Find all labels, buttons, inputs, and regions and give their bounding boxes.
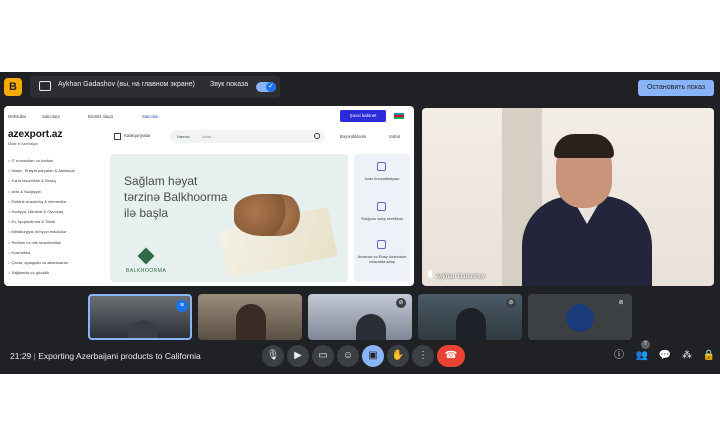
mic-off-icon: ⊘ bbox=[506, 298, 516, 308]
nav-link-products[interactable]: Məhsullar bbox=[8, 114, 26, 119]
stop-presenting-button[interactable]: Остановить показ bbox=[638, 80, 714, 96]
marketplace-icon bbox=[377, 240, 386, 249]
category-item[interactable]: Çanta, ayaqqabı və aksesuarlar bbox=[8, 260, 68, 265]
speaker-name: Aykhan Gadashov bbox=[436, 274, 485, 280]
mic-off-icon: ⊘ bbox=[618, 300, 624, 306]
category-item[interactable]: Kənd təsərrüfatı & Ərzaq bbox=[8, 178, 56, 183]
more-icon: ⋮ bbox=[418, 350, 428, 361]
participant-tile[interactable] bbox=[198, 294, 302, 340]
category-item[interactable]: Metallurgiya, kimyəvi maddələr bbox=[8, 229, 67, 234]
nav-link-sellers[interactable]: Satıcılara bbox=[42, 114, 60, 119]
captions-button[interactable]: ▭ bbox=[312, 345, 334, 367]
participant-figure bbox=[128, 320, 158, 338]
azerbaijan-flag-icon[interactable] bbox=[394, 113, 404, 119]
captions-icon: ▭ bbox=[318, 350, 328, 361]
present-button[interactable]: ▣ bbox=[362, 345, 384, 367]
categories-button[interactable]: Kateqoriyalar bbox=[124, 133, 151, 138]
camera-button[interactable]: ▶ bbox=[287, 345, 309, 367]
emoji-icon: ☺ bbox=[342, 350, 354, 361]
lock-icon[interactable]: 🔒 bbox=[702, 349, 716, 363]
participant-figure bbox=[236, 304, 266, 340]
people-icon[interactable]: 👥 bbox=[635, 349, 649, 363]
search-icon[interactable] bbox=[314, 133, 320, 139]
consulting-icon bbox=[377, 162, 386, 171]
end-call-icon: ☎ bbox=[444, 350, 458, 361]
more-options-button[interactable]: ⋮ bbox=[412, 345, 434, 367]
service-certificate[interactable]: Sorğunu satış sertifikatı bbox=[354, 216, 410, 221]
participant-tile[interactable]: ≡ bbox=[88, 294, 192, 340]
mic-button[interactable]: 🎙 bbox=[262, 345, 284, 367]
participants-count-badge: 7 bbox=[641, 340, 650, 349]
avatar bbox=[566, 304, 594, 332]
personal-cabinet-button[interactable]: Şəxsi kabinet bbox=[340, 110, 386, 122]
promo-banner[interactable]: Sağlam həyat tərzinə Balkhoorma ilə başl… bbox=[110, 154, 348, 282]
favorites-link[interactable]: Bəyəndiklərim bbox=[340, 134, 366, 139]
camera-icon: ▶ bbox=[294, 350, 302, 361]
banner-line: ilə başla bbox=[124, 206, 169, 220]
raise-hand-button[interactable]: ✋ bbox=[387, 345, 409, 367]
certificate-icon bbox=[377, 202, 386, 211]
category-item[interactable]: Hədiyyə, İstirahət & Oyuncaq bbox=[8, 209, 64, 214]
category-item[interactable]: Maşın, Ehtiyat parçaları & Aksesuar bbox=[8, 168, 75, 173]
share-audio-toggle[interactable]: ✓ bbox=[256, 82, 276, 92]
participant-tile[interactable]: ⊘ bbox=[308, 294, 412, 340]
site-logo-subtitle: Made in Azerbaijan bbox=[8, 142, 38, 146]
participant-tile[interactable]: ⊘ bbox=[528, 294, 632, 340]
site-logo[interactable]: azexport.az bbox=[8, 129, 62, 140]
category-item[interactable]: İT məhsulları və kodları bbox=[8, 158, 54, 163]
screen-share-icon bbox=[39, 81, 51, 91]
presenting-text: Aykhan Gadashov (вы, на главном экране) bbox=[58, 81, 195, 88]
meeting-details: 21:29 | Exporting Azerbaijani products t… bbox=[10, 351, 201, 361]
brand-logo-icon bbox=[137, 247, 155, 265]
nav-link-sellers-accent[interactable]: Satıcıları bbox=[142, 114, 159, 119]
speaking-icon: ≡ bbox=[176, 300, 188, 312]
present-icon: ▣ bbox=[368, 350, 378, 361]
participant-figure bbox=[456, 308, 486, 340]
category-item[interactable]: Sağlamlıq və gözəllik bbox=[8, 270, 50, 275]
shared-screen: Məhsullar Satıcılara Bizimlə əlaqə Satıc… bbox=[4, 106, 414, 286]
activities-icon[interactable]: ⁂ bbox=[680, 349, 694, 363]
check-icon: ✓ bbox=[266, 82, 276, 92]
chat-icon[interactable]: 💬 bbox=[658, 349, 672, 363]
service-consulting[interactable]: İxrac konsultasiyası bbox=[354, 176, 410, 181]
category-item[interactable]: Kosmetika bbox=[8, 250, 31, 255]
category-item[interactable]: Avto & Nəqliyyat bbox=[8, 189, 40, 194]
end-call-button[interactable]: ☎ bbox=[437, 345, 465, 367]
mic-off-icon: ⊘ bbox=[396, 298, 406, 308]
nav-link-contact[interactable]: Bizimlə əlaqə bbox=[88, 114, 113, 119]
services-panel: İxrac konsultasiyası Sorğunu satış serti… bbox=[354, 154, 410, 282]
app-logo: B bbox=[4, 78, 22, 96]
category-item[interactable]: Ev, İşıqlandırma & Tikinti bbox=[8, 219, 56, 224]
search-input[interactable]: Axtar... bbox=[202, 134, 214, 139]
brand-name: BALKHOORMA bbox=[126, 268, 167, 274]
meeting-title: Exporting Azerbaijani products to Califo… bbox=[38, 351, 201, 361]
share-audio-label: Звук показа bbox=[210, 81, 249, 88]
search-bar[interactable]: Hamısı Axtar... bbox=[170, 130, 325, 143]
speaker-hair bbox=[554, 134, 614, 158]
emoji-button[interactable]: ☺ bbox=[337, 345, 359, 367]
participant-figure bbox=[356, 314, 386, 340]
mic-icon bbox=[428, 270, 432, 278]
meeting-time: 21:29 bbox=[10, 351, 32, 361]
service-marketplace[interactable]: Amazon və Ebay üzərindən ixracatda satış bbox=[354, 254, 410, 264]
banner-line: Sağlam həyat bbox=[124, 174, 198, 188]
category-item[interactable]: Elektrik avadanlıq & elementlər bbox=[8, 199, 67, 204]
participant-tile[interactable]: ⊘ bbox=[418, 294, 522, 340]
mic-icon: 🎙 bbox=[266, 350, 280, 361]
search-category-select[interactable]: Hamısı bbox=[177, 134, 190, 139]
speaker-tile[interactable]: Aykhan Gadashov bbox=[422, 108, 714, 286]
hand-icon: ✋ bbox=[391, 350, 405, 361]
presenting-banner: Aykhan Gadashov (вы, на главном экране) … bbox=[30, 76, 280, 98]
dates-product-image bbox=[234, 194, 304, 236]
category-item[interactable]: Reklam və ofis ləvazimatları bbox=[8, 240, 62, 245]
grid-icon bbox=[114, 133, 121, 140]
cart-link[interactable]: Səbət bbox=[389, 134, 400, 139]
banner-line: tərzinə Balkhoorma bbox=[124, 190, 228, 204]
info-icon[interactable]: ⓘ bbox=[612, 349, 626, 363]
meet-window: B Aykhan Gadashov (вы, на главном экране… bbox=[0, 72, 720, 374]
